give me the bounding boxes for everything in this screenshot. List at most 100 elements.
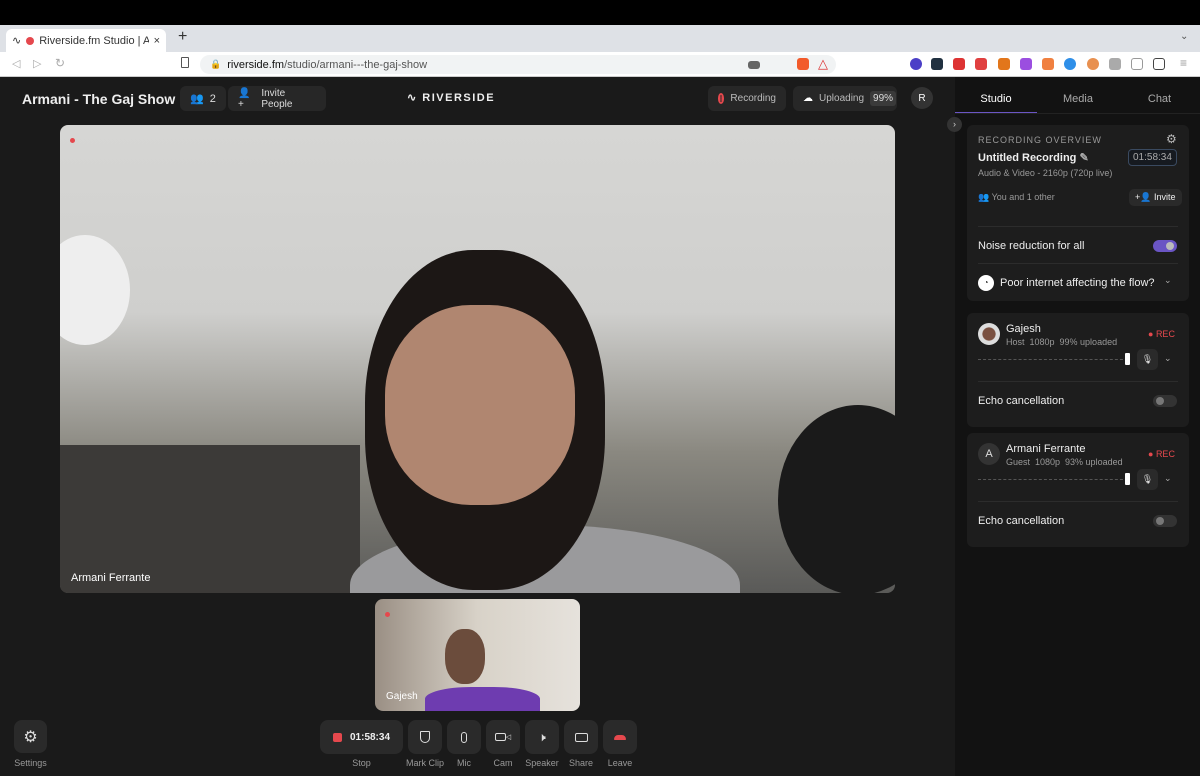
camera-icon [494, 733, 506, 741]
rec-text: REC [1155, 449, 1175, 459]
add-person-icon: +👤 [1135, 192, 1152, 202]
speaker-button[interactable]: 🕨 Speaker [525, 720, 559, 768]
avatar [978, 323, 1000, 345]
recording-title[interactable]: Untitled Recording ✎ [978, 151, 1089, 164]
reload-icon[interactable]: ↻ [55, 56, 65, 70]
add-person-icon: 👤+ [238, 87, 251, 110]
extension-icon[interactable] [975, 58, 987, 70]
invite-label: Invite People [261, 87, 293, 110]
divider [978, 263, 1178, 264]
volume-slider[interactable] [978, 359, 1128, 360]
echo-cancellation-label: Echo cancellation [978, 515, 1065, 527]
rec-indicator-dot [385, 612, 390, 617]
participants-count: 2 [209, 92, 216, 105]
tab-studio[interactable]: Studio [955, 77, 1037, 113]
mark-clip-button[interactable]: Mark Clip [406, 720, 444, 768]
new-tab-button[interactable]: + [178, 28, 187, 46]
divider [978, 381, 1178, 382]
wallet-icon[interactable] [1153, 58, 1165, 70]
lock-icon: 🔒 [210, 59, 222, 69]
address-bar-row: ◁ ▷ ↻ 🔒 riverside.fm/studio/armani---the… [0, 52, 1200, 77]
sidebar-icon[interactable] [1131, 58, 1143, 70]
back-icon[interactable]: ◁ [12, 57, 20, 70]
poor-internet-row[interactable]: ◔ Poor internet affecting the flow? [978, 275, 1155, 291]
tab-chat[interactable]: Chat [1119, 77, 1200, 113]
ceiling-lamp [60, 235, 130, 345]
leave-button[interactable]: Leave [603, 720, 637, 768]
share-label: Share [568, 758, 594, 768]
extension-icon[interactable] [953, 58, 965, 70]
puzzle-icon[interactable] [1109, 58, 1121, 70]
collapse-sidebar-button[interactable]: › [947, 117, 962, 132]
volume-slider[interactable] [978, 479, 1128, 480]
noise-reduction-toggle[interactable] [1153, 240, 1177, 252]
camera-lens-icon: ◁ [505, 734, 512, 741]
invite-button[interactable]: +👤 Invite [1129, 189, 1182, 206]
participants-button[interactable]: 👥 2 [180, 86, 226, 111]
browser-tab-bar: ∿ Riverside.fm Studio | Armani × + ⌄ [0, 25, 1200, 52]
settings-label: Settings [14, 758, 47, 768]
mic-button[interactable]: Mic [447, 720, 481, 768]
overview-heading: RECORDING OVERVIEW [978, 135, 1102, 145]
bookmark-icon[interactable] [181, 57, 189, 68]
share-screen-button[interactable]: Share [564, 720, 598, 768]
upload-status[interactable]: ☁ Uploading 99% [793, 86, 897, 111]
forward-icon[interactable]: ▷ [33, 57, 41, 70]
volume-slider-handle[interactable] [1125, 473, 1130, 485]
rec-badge: ● REC [1148, 329, 1175, 339]
volume-slider-handle[interactable] [1125, 353, 1130, 365]
studio-main: Armani - The Gaj Show 👥 2 👤+ Invite People… [0, 77, 955, 776]
menu-icon[interactable]: ≡ [1180, 56, 1187, 70]
close-tab-icon[interactable]: × [154, 35, 160, 47]
tab-media[interactable]: Media [1037, 77, 1119, 113]
show-title: Armani - The Gaj Show [22, 91, 176, 107]
stop-recording-button[interactable]: 01:58:34 Stop [320, 720, 403, 768]
brave-shield-icon[interactable] [797, 58, 809, 70]
chevron-down-icon[interactable]: ⌄ [1164, 473, 1172, 484]
extension-icon[interactable] [1064, 58, 1076, 70]
poor-internet-text: Poor internet affecting the flow? [1000, 277, 1155, 289]
metamask-icon[interactable] [998, 58, 1010, 70]
browser-tab[interactable]: ∿ Riverside.fm Studio | Armani × [6, 29, 166, 52]
tab-list-chevron-icon[interactable]: ⌄ [1180, 31, 1188, 42]
user-avatar[interactable]: R [911, 87, 933, 109]
url-field[interactable]: 🔒 riverside.fm/studio/armani---the-gaj-s… [200, 55, 836, 74]
camera-permission-icon[interactable] [748, 61, 760, 69]
microphone-icon: 🎙 [1141, 474, 1154, 484]
sidebar-tabs: Studio Media Chat [955, 77, 1200, 114]
brave-rewards-icon[interactable]: △ [818, 56, 828, 72]
tab-title: Riverside.fm Studio | Armani [39, 34, 149, 47]
invite-people-button[interactable]: 👤+ Invite People [228, 86, 326, 111]
stop-label: Stop [352, 758, 371, 768]
chevron-down-icon[interactable]: ⌄ [1164, 353, 1172, 364]
divider [978, 501, 1178, 502]
recording-quality: Audio & Video - 2160p (720p live) [978, 168, 1113, 178]
cabinets [60, 445, 360, 593]
stop-square-icon [332, 732, 342, 742]
settings-button[interactable]: ⚙ Settings [14, 720, 47, 768]
people-text: You and 1 other [991, 192, 1055, 202]
extension-icon[interactable] [1042, 58, 1054, 70]
record-icon [718, 93, 725, 104]
rec-text: REC [1155, 329, 1175, 339]
small-video-tile[interactable]: Gajesh [375, 599, 580, 711]
recording-status[interactable]: Recording [708, 86, 786, 111]
participant-mic-button[interactable]: 🎙 [1137, 349, 1158, 370]
main-participant-name: Armani Ferrante [71, 572, 151, 584]
extension-icon[interactable] [910, 58, 922, 70]
people-summary: 👥 You and 1 other [978, 192, 1055, 203]
chevron-down-icon[interactable]: ⌄ [1164, 275, 1172, 286]
url-path: /studio/armani---the-gaj-show [284, 58, 428, 71]
logo-text: RIVERSIDE [422, 92, 496, 104]
overview-timer: 01:58:34 [1128, 149, 1177, 166]
extension-icon[interactable] [931, 58, 943, 70]
echo-cancellation-toggle[interactable] [1153, 515, 1177, 527]
extension-icon[interactable] [1020, 58, 1032, 70]
gear-icon[interactable]: ⚙ [1166, 132, 1177, 146]
pencil-icon[interactable]: ✎ [1079, 152, 1088, 164]
echo-cancellation-toggle[interactable] [1153, 395, 1177, 407]
cam-button[interactable]: ◁ Cam [486, 720, 520, 768]
participant-mic-button[interactable]: 🎙 [1137, 469, 1158, 490]
upload-percent: 99% [870, 91, 897, 106]
extension-icon[interactable] [1087, 58, 1099, 70]
